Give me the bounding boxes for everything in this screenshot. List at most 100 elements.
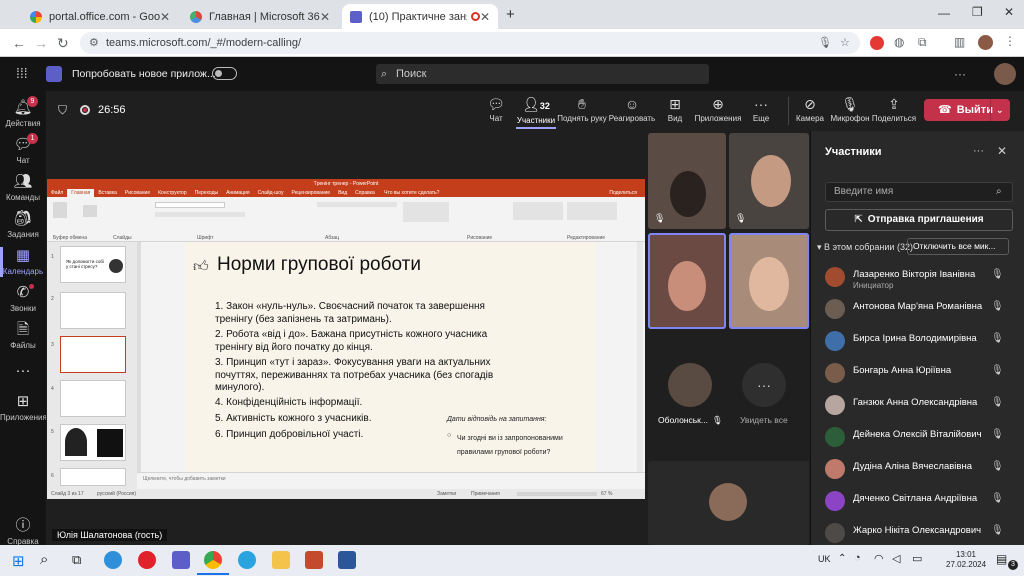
see-all-button[interactable]: ··· xyxy=(742,363,786,407)
more-options-icon[interactable]: ··· xyxy=(973,145,984,157)
more-button[interactable]: ··· Еще xyxy=(733,96,789,123)
ppt-menu-item[interactable]: Переходы xyxy=(191,189,222,197)
ppt-share[interactable]: Поделиться xyxy=(605,189,641,197)
rail-item-assignments[interactable]: 🎒︎ Задания xyxy=(0,210,46,239)
opera-icon[interactable] xyxy=(138,551,156,569)
profile-avatar[interactable] xyxy=(978,35,993,50)
see-all-label[interactable]: Увидеть все xyxy=(740,415,788,425)
minimize-icon[interactable]: — xyxy=(938,6,950,20)
slide-scrollbar[interactable] xyxy=(637,242,643,472)
rail-item-calendar[interactable]: ▦ Календарь xyxy=(0,247,46,277)
file-explorer-icon[interactable] xyxy=(272,551,290,569)
video-tile-2[interactable]: 🎙︎ xyxy=(729,133,809,229)
ppt-tell-me[interactable]: Что вы хотите сделать? xyxy=(380,189,443,197)
participant-row[interactable]: Антонова Мар'яна Романівна 🎙︎ xyxy=(811,292,1024,324)
wifi-icon[interactable]: ◠ xyxy=(874,552,884,565)
adblock-icon[interactable] xyxy=(870,36,884,50)
rail-item-teams[interactable]: 👥︎ Команды xyxy=(0,173,46,202)
microphone-icon[interactable]: 🎙 xyxy=(818,32,832,54)
video-tile-1[interactable]: 🎙︎ xyxy=(648,133,726,229)
video-tile-3[interactable] xyxy=(648,233,726,329)
participant-search-input[interactable]: Введите имя ⌕ xyxy=(825,182,1013,202)
in-meeting-header[interactable]: ▾ В этом собрании (32) xyxy=(817,242,913,253)
window-close-icon[interactable]: ✕ xyxy=(1004,5,1014,19)
rail-item-more[interactable]: ··· xyxy=(0,362,46,382)
windows-start-icon[interactable]: ⊞ xyxy=(12,552,25,570)
status-notes-button[interactable]: Заметки xyxy=(437,489,456,499)
rail-item-chat[interactable]: 💬︎ 1 Чат xyxy=(0,133,46,165)
new-tab-button[interactable]: + xyxy=(506,6,515,23)
sidepanel-icon[interactable]: ▥ xyxy=(954,35,965,49)
network-icon[interactable]: ◔ xyxy=(854,552,861,564)
ppt-menu-item[interactable]: Анимация xyxy=(222,189,253,197)
menu-dots-icon[interactable]: ⋮ xyxy=(1004,34,1016,48)
teams-search-input[interactable]: ⌕ Поиск xyxy=(376,64,709,84)
slide-thumbnail-6[interactable] xyxy=(60,468,126,486)
shapes-gallery[interactable] xyxy=(403,202,449,222)
paste-icon[interactable] xyxy=(53,202,67,218)
teams-taskbar-icon[interactable] xyxy=(172,551,190,569)
ppt-menu-item[interactable]: Конструктор xyxy=(154,189,191,197)
send-invite-button[interactable]: ⇱ Отправка приглашения xyxy=(825,209,1013,231)
close-icon[interactable]: ✕ xyxy=(320,10,330,24)
battery-icon[interactable]: ▭ xyxy=(912,552,922,565)
participant-row[interactable]: Дяченко Світлана Андріївна 🎙︎ xyxy=(811,484,1024,516)
forward-icon[interactable]: → xyxy=(34,35,48,51)
ppt-menu-item[interactable]: Файл xyxy=(47,189,67,197)
browser-tab-teams[interactable]: (10) Практичне заняття дл ✕ xyxy=(342,4,498,29)
bookmark-star-icon[interactable]: ☆ xyxy=(840,32,850,54)
taskbar-clock[interactable]: 13:01 27.02.2024 xyxy=(946,550,986,570)
participant-avatar[interactable] xyxy=(668,363,712,407)
view-buttons[interactable] xyxy=(517,492,597,496)
globe-icon[interactable]: ◍ xyxy=(894,35,904,49)
ppt-menu-item[interactable]: Слайд-шоу xyxy=(254,189,288,197)
edge-icon[interactable] xyxy=(104,551,122,569)
leave-button[interactable]: ☎ Выйти ⌄ xyxy=(924,99,1010,121)
rail-item-activity[interactable]: 🔔︎ 9 Действия xyxy=(0,96,46,128)
close-icon[interactable]: ✕ xyxy=(160,10,170,24)
participant-row[interactable]: Дейнека Олексій Віталійович 🎙︎ xyxy=(811,420,1024,452)
slide-thumbnail-2[interactable] xyxy=(60,292,126,329)
slide-thumbnail-3[interactable] xyxy=(60,336,126,373)
task-view-icon[interactable]: ⧉ xyxy=(72,552,81,568)
more-options-icon[interactable]: ··· xyxy=(954,67,966,81)
ppt-menu-item[interactable]: Вставка xyxy=(94,189,121,197)
app-icon[interactable] xyxy=(305,551,323,569)
slide-thumbnail-4[interactable] xyxy=(60,380,126,417)
status-comments-button[interactable]: Примечания xyxy=(471,489,500,499)
new-teams-toggle[interactable] xyxy=(212,67,237,80)
slide-thumbnail-1[interactable]: Як допомогти собі у стані стресу? xyxy=(60,246,126,283)
participant-row[interactable]: Бирса Ірина Володимирівна 🎙︎ xyxy=(811,324,1024,356)
slide-thumbnail-5[interactable] xyxy=(60,424,126,461)
rail-item-calls[interactable]: ✆ Звонки xyxy=(0,284,46,313)
font-name-field[interactable] xyxy=(155,202,225,208)
site-info-icon[interactable]: ⚙ xyxy=(89,32,99,54)
ppt-menu-item[interactable]: Главная xyxy=(67,189,95,197)
back-icon[interactable]: ← xyxy=(12,35,26,51)
ppt-menu-item[interactable]: Вид xyxy=(334,189,351,197)
telegram-icon[interactable] xyxy=(238,551,256,569)
participant-row[interactable]: Бонгарь Анна Юріївна 🎙︎ xyxy=(811,356,1024,388)
user-avatar[interactable] xyxy=(994,63,1016,85)
notes-pane[interactable]: Щелкните, чтобы добавить заметки xyxy=(137,472,645,489)
rail-item-files[interactable]: 🗎 Файлы xyxy=(0,321,46,350)
reload-icon[interactable]: ↻ xyxy=(57,35,69,52)
rail-item-apps[interactable]: ⊞ Приложения xyxy=(0,393,47,422)
participant-row[interactable]: Ганзюк Анна Олександрівна 🎙︎ xyxy=(811,388,1024,420)
chrome-icon[interactable] xyxy=(204,551,222,569)
notifications-icon[interactable]: ▤ xyxy=(996,552,1007,566)
zoom-level[interactable]: 67 % xyxy=(601,489,612,499)
browser-tab-m365[interactable]: Главная | Microsoft 365 ✕ xyxy=(182,4,338,29)
participant-row[interactable]: Дудіна Аліна Вячеславівна 🎙︎ xyxy=(811,452,1024,484)
url-field[interactable]: ⚙ teams.microsoft.com/_#/modern-calling/… xyxy=(80,32,860,54)
participant-row[interactable]: Жарко Нікіта Олександрович 🎙︎ xyxy=(811,516,1024,548)
search-icon[interactable]: ⌕ xyxy=(40,551,48,568)
ppt-menu-item[interactable]: Справка xyxy=(351,189,379,197)
share-button[interactable]: ⇪ Поделиться xyxy=(866,96,922,123)
thumbnail-scrollbar[interactable] xyxy=(137,242,141,472)
video-tile-4[interactable] xyxy=(729,233,809,329)
language-indicator[interactable]: UK xyxy=(818,554,831,564)
rail-item-help[interactable]: ⓘ Справка xyxy=(0,517,46,546)
new-slide-icon[interactable] xyxy=(83,205,97,217)
volume-icon[interactable]: ◁ xyxy=(892,552,900,565)
